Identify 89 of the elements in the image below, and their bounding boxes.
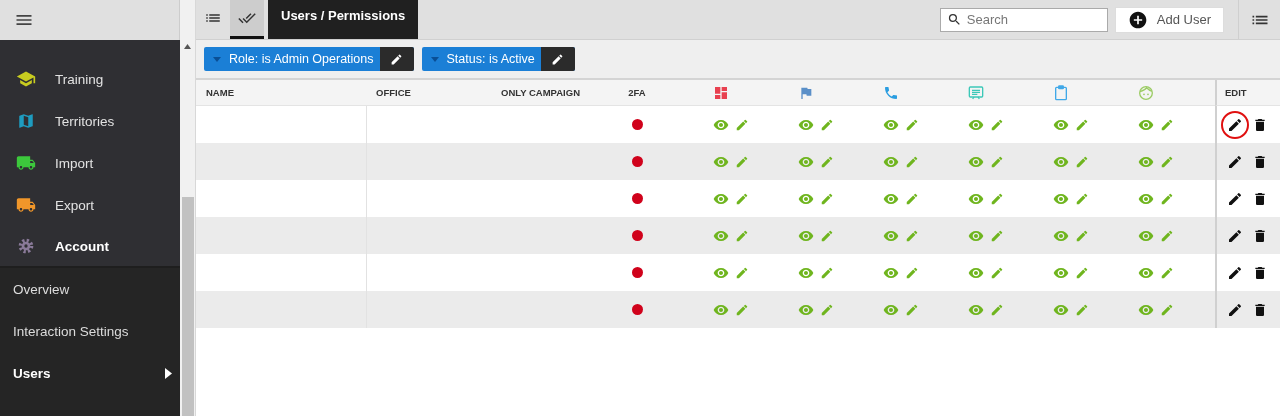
sidebar-label: Training [55, 71, 104, 87]
pencil-icon [1227, 227, 1243, 244]
pencil-icon [990, 228, 1004, 243]
sidebar-subitem[interactable]: Overview [0, 268, 180, 310]
pencil-icon [820, 228, 834, 243]
column-header: OFFICE [366, 80, 491, 106]
pencil-icon [1075, 154, 1089, 169]
pencil-icon [551, 52, 565, 66]
column-header: EDIT [1215, 80, 1280, 106]
pencil-icon [905, 191, 919, 206]
pencil-icon [1075, 228, 1089, 243]
filter-chip[interactable]: Role: is Admin Operations [204, 47, 414, 71]
map-icon [16, 112, 36, 130]
pencil-icon [820, 265, 834, 280]
delete-button[interactable] [1252, 153, 1268, 170]
sidebar-label: Account [55, 238, 109, 254]
pencil-icon [1160, 265, 1174, 280]
sidebar-label: Export [55, 197, 95, 213]
pencil-icon [735, 117, 749, 132]
delete-button[interactable] [1252, 227, 1268, 244]
pencil-icon [1160, 228, 1174, 243]
pencil-icon [990, 265, 1004, 280]
pencil-icon [1227, 116, 1243, 133]
trash-icon [1252, 301, 1268, 318]
filter-chip[interactable]: Status: is Active [421, 47, 575, 71]
sidebar-subitem[interactable]: Users [0, 352, 180, 394]
pencil-icon [990, 154, 1004, 169]
pencil-icon [905, 117, 919, 132]
sidebar-label: Overview [13, 281, 70, 297]
pencil-icon [905, 265, 919, 280]
page-title: Users / Permissions [268, 0, 419, 39]
pencil-icon [1160, 191, 1174, 206]
pencil-icon [820, 191, 834, 206]
pencil-icon [1160, 302, 1174, 317]
scrollbar-thumb[interactable] [181, 197, 194, 416]
pencil-icon [820, 302, 834, 317]
sidebar-subitem[interactable]: Interaction Settings [0, 310, 180, 352]
trash-icon [1252, 227, 1268, 244]
scrollbar[interactable] [180, 0, 196, 416]
search-icon [946, 11, 962, 27]
delete-button[interactable] [1252, 116, 1268, 133]
pencil-icon [990, 302, 1004, 317]
caret-icon [165, 367, 172, 379]
pencil-icon [1075, 117, 1089, 132]
pencil-icon [1075, 191, 1089, 206]
delete-button[interactable] [1252, 301, 1268, 318]
pencil-icon [1160, 154, 1174, 169]
column-header: 2FA [601, 80, 673, 106]
caret-icon [430, 56, 439, 62]
pencil-icon [905, 228, 919, 243]
pencil-icon [1160, 117, 1174, 132]
pencil-icon [905, 302, 919, 317]
sidebar-label: Users [13, 365, 51, 381]
pencil-icon [905, 154, 919, 169]
pencil-icon [735, 302, 749, 317]
trash-icon [1252, 153, 1268, 170]
pencil-icon [1227, 153, 1243, 170]
search-field[interactable]: Search [939, 7, 1108, 32]
pencil-icon [735, 154, 749, 169]
pencil-icon [735, 191, 749, 206]
trash-icon [1252, 190, 1268, 207]
trash-icon [1252, 116, 1268, 133]
sidebar-label: Interaction Settings [13, 323, 129, 339]
delete-button[interactable] [1252, 190, 1268, 207]
pencil-icon [990, 117, 1004, 132]
view-tab[interactable] [230, 0, 264, 39]
pencil-icon [1227, 301, 1243, 318]
column-header: NAME [196, 80, 366, 106]
scroll-up-icon[interactable] [184, 44, 191, 49]
graduation-cap-icon [16, 69, 36, 89]
sidebar-label: Territories [55, 113, 115, 129]
pencil-icon [990, 191, 1004, 206]
trash-icon [1252, 264, 1268, 281]
pencil-icon [735, 265, 749, 280]
pencil-icon [820, 117, 834, 132]
pencil-icon [820, 154, 834, 169]
pencil-icon [1075, 302, 1089, 317]
add-user-button[interactable]: Add User [1114, 6, 1224, 33]
column-header: ONLY CAMPAIGN [491, 80, 601, 106]
gear-icon [16, 238, 36, 254]
edit-button[interactable] [1221, 110, 1249, 139]
pencil-icon [390, 52, 403, 66]
caret-icon [213, 56, 221, 62]
pencil-icon [735, 228, 749, 243]
pencil-icon [1227, 190, 1243, 207]
sidebar-label: Import [55, 155, 94, 171]
pencil-icon [1075, 265, 1089, 280]
pencil-icon [1227, 264, 1243, 281]
delete-button[interactable] [1252, 264, 1268, 281]
